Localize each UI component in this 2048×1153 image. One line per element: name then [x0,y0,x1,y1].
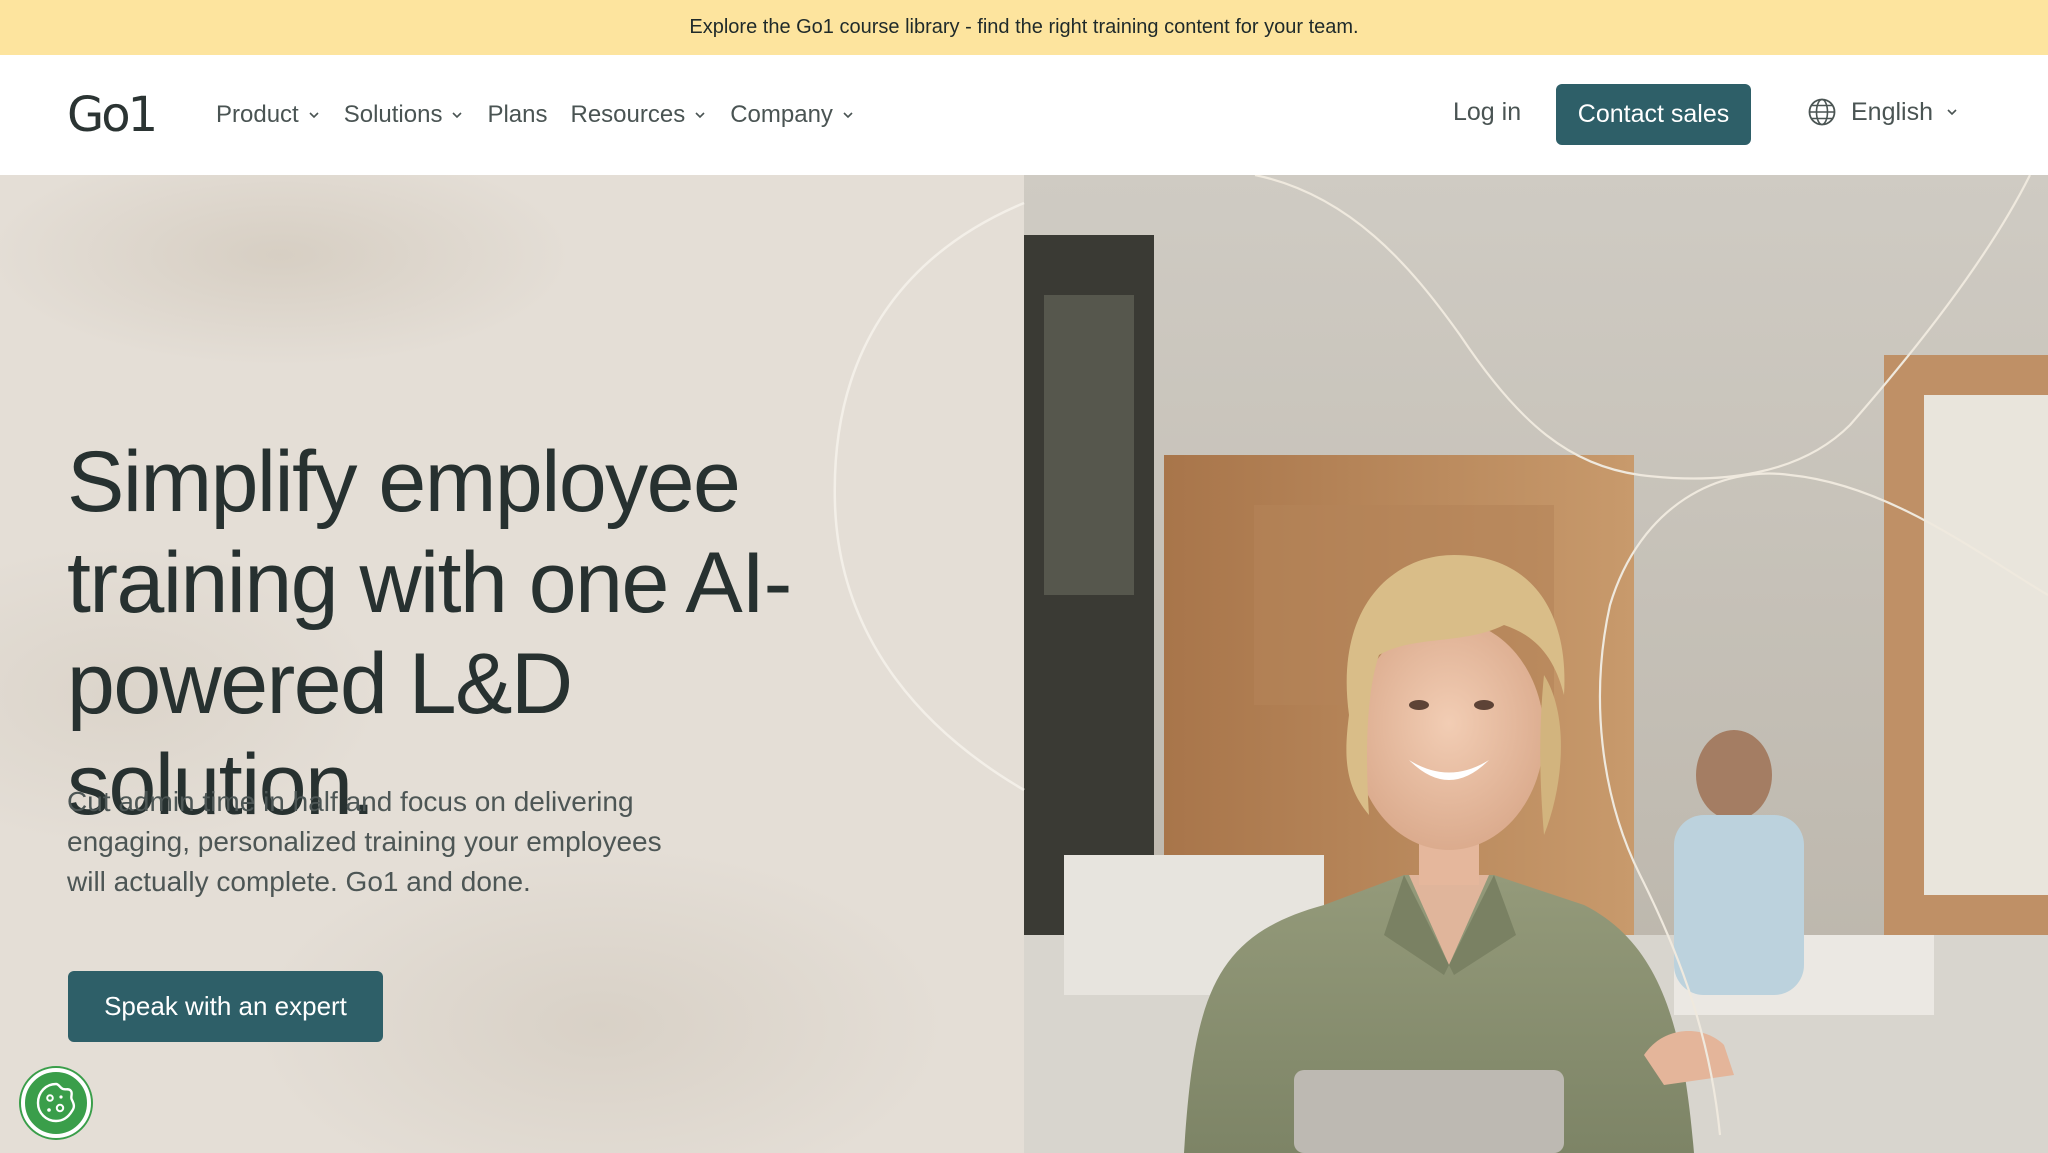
language-selector[interactable]: English [1807,97,1959,127]
nav-item-company[interactable]: Company [730,101,855,129]
hero-section: Simplify employee training with one AI- … [0,175,2048,1153]
nav-item-label: Plans [487,101,548,128]
nav-item-product[interactable]: Product [216,101,321,129]
go1-logo[interactable]: Go1 [67,89,158,141]
hero-photo-illustration [1024,175,2048,1153]
cookie-settings-button[interactable] [21,1068,91,1138]
chevron-down-icon [695,112,705,119]
headline-line: training with one AI- [67,535,792,631]
nav-item-label: Resources [570,101,686,128]
nav-item-label: Company [730,101,833,128]
nav-item-label: Product [216,101,299,128]
nav-item-resources[interactable]: Resources [571,101,708,129]
login-link[interactable]: Log in [1453,98,1521,127]
top-navigation: Go1 Product Solutions Plans Resources Co… [0,55,2048,175]
subtext-line: will actually complete. Go1 and done. [67,866,531,897]
hero-headline: Simplify employee training with one AI- … [67,432,887,836]
speak-with-expert-button[interactable]: Speak with an expert [68,971,383,1042]
chevron-down-icon [452,112,463,119]
announcement-banner[interactable]: Explore the Go1 course library - find th… [0,0,2048,55]
chevron-down-icon [1947,109,1957,116]
language-label: English [1851,97,1933,126]
headline-line: Simplify employee [67,434,741,530]
cookie-icon [36,1082,76,1123]
chevron-down-icon [843,112,853,119]
announcement-text[interactable]: Explore the Go1 course library - find th… [689,16,1358,39]
subtext-line: Cut admin time in half and focus on deli… [67,786,634,817]
chevron-down-icon [309,112,319,119]
nav-item-label: Solutions [343,101,443,128]
subtext-line: engaging, personalized training your emp… [67,826,662,857]
nav-actions: Log in Contact sales English [1348,55,2048,175]
hero-subtext: Cut admin time in half and focus on deli… [67,782,727,902]
main-nav: Product Solutions Plans Resources Compan… [216,55,878,175]
contact-sales-button[interactable]: Contact sales [1556,84,1751,145]
globe-icon [1808,98,1836,126]
hero-photo [1024,175,2048,1153]
nav-item-plans[interactable]: Plans [487,101,547,129]
nav-item-solutions[interactable]: Solutions [344,101,465,129]
